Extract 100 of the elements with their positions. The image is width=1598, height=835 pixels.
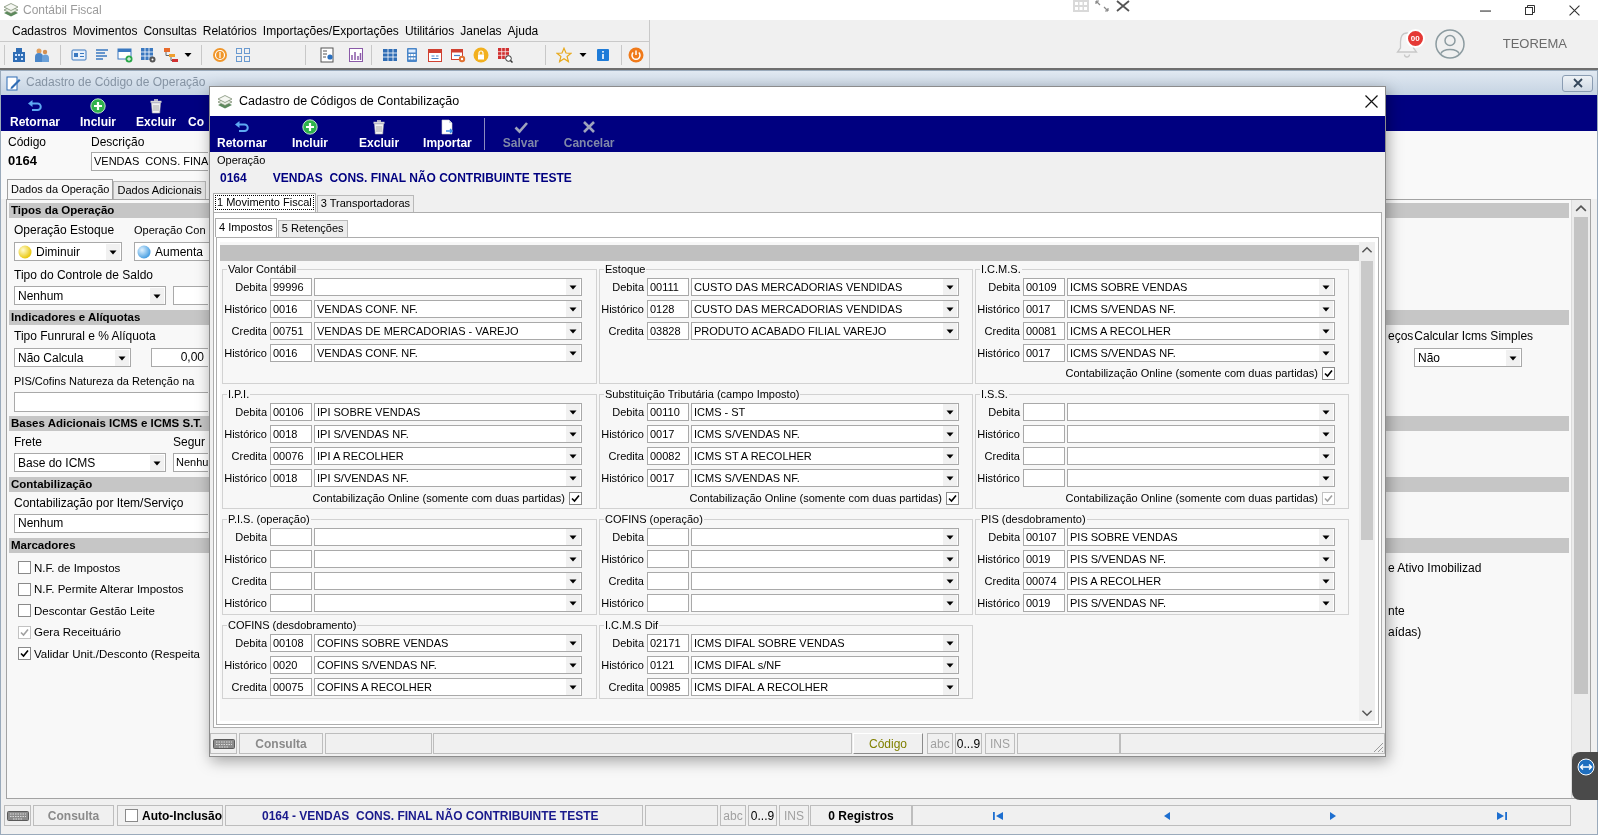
account-dropdown[interactable]: ICMS S/VENDAS NF. [691, 469, 959, 487]
account-dropdown[interactable]: CUSTO DAS MERCADORIAS VENDIDAS [691, 300, 959, 318]
dropdown[interactable]: Nenhu [173, 453, 208, 472]
menu-item[interactable]: Consultas [143, 22, 197, 39]
code-field[interactable] [270, 572, 312, 590]
account-dropdown[interactable]: ICMS ST A RECOLHER [691, 447, 959, 465]
caret-icon[interactable] [566, 551, 580, 567]
caret-icon[interactable] [943, 635, 957, 651]
account-dropdown[interactable]: PIS A RECOLHER [1067, 572, 1335, 590]
caret-icon[interactable] [943, 573, 957, 589]
code-field[interactable]: 00106 [270, 403, 312, 421]
code-field[interactable] [270, 594, 312, 612]
caret-icon[interactable] [943, 595, 957, 611]
checkbox[interactable] [125, 809, 138, 822]
checkbox[interactable] [946, 491, 959, 505]
code-field[interactable]: 00074 [1023, 572, 1065, 590]
resize-grip-icon[interactable] [1372, 741, 1384, 753]
menu-item[interactable]: Cadastros [12, 22, 67, 39]
caret-icon[interactable] [1319, 301, 1333, 317]
rate-field[interactable]: 0,00 [151, 348, 208, 367]
table-gear-icon[interactable] [140, 47, 156, 63]
caret-icon[interactable] [566, 657, 580, 673]
caret-icon[interactable] [566, 404, 580, 420]
menu-item[interactable]: Ajuda [507, 22, 539, 39]
scroll-thumb[interactable] [1574, 217, 1588, 694]
account-dropdown[interactable]: IPI SOBRE VENDAS [314, 403, 582, 421]
caret-icon[interactable] [1319, 551, 1333, 567]
code-field[interactable] [647, 550, 689, 568]
code-field[interactable]: 00111 [647, 278, 689, 296]
caret-icon[interactable] [1319, 470, 1333, 486]
code-field[interactable]: 0020 [270, 656, 312, 674]
caret-icon[interactable] [943, 448, 957, 464]
checkbox[interactable] [18, 604, 31, 618]
building-icon[interactable] [11, 47, 27, 63]
close-icon[interactable] [1569, 4, 1580, 16]
menu-item[interactable]: Relatórios [202, 22, 257, 39]
account-dropdown[interactable]: ICMS DIFAL s/NF [691, 656, 959, 674]
code-field[interactable] [1023, 403, 1065, 421]
code-field[interactable]: 99996 [270, 278, 312, 296]
caret-icon[interactable] [943, 301, 957, 317]
code-field[interactable]: 0018 [270, 425, 312, 443]
caret-icon[interactable] [566, 595, 580, 611]
account-dropdown[interactable]: ICMS S/VENDAS NF. [1067, 300, 1335, 318]
caret-icon[interactable] [566, 470, 580, 486]
description-field[interactable]: VENDAS CONS. FINA [91, 152, 208, 171]
tab[interactable]: 3 Transportadoras [316, 195, 415, 212]
dropdown[interactable]: Não [1414, 348, 1522, 367]
account-dropdown[interactable]: IPI A RECOLHER [314, 447, 582, 465]
account-dropdown[interactable]: ICMS A RECOLHER [1067, 322, 1335, 340]
caret-icon[interactable] [943, 551, 957, 567]
caret-icon[interactable] [1506, 349, 1520, 366]
menu-item[interactable]: Importações/Exportações [262, 22, 399, 39]
code-field[interactable]: 00075 [270, 678, 312, 696]
account-dropdown[interactable]: VENDAS CONF. NF. [314, 300, 582, 318]
caret-icon[interactable] [566, 426, 580, 442]
account-dropdown[interactable]: CUSTO DAS MERCADORIAS VENDIDAS [691, 278, 959, 296]
people-icon[interactable] [34, 47, 50, 63]
account-dropdown[interactable]: ICMS DIFAL A RECOLHER [691, 678, 959, 696]
code-field[interactable]: 0019 [1023, 594, 1065, 612]
restore-icon[interactable] [1525, 5, 1535, 15]
calendar-gear-icon[interactable] [450, 47, 466, 63]
code-field[interactable] [270, 528, 312, 546]
code-field[interactable]: 0018 [270, 469, 312, 487]
caret-icon[interactable] [943, 426, 957, 442]
card-icon[interactable] [71, 47, 87, 63]
input-field[interactable] [14, 392, 208, 412]
account-dropdown[interactable]: ICMS S/VENDAS NF. [691, 425, 959, 443]
tab[interactable]: 4 Impostos [215, 218, 277, 237]
menu-item[interactable]: Movimentos [72, 22, 138, 39]
dropdown[interactable]: Diminuir [14, 242, 122, 261]
account-dropdown[interactable]: PRODUTO ACABADO FILIAL VAREJO [691, 322, 959, 340]
power-icon[interactable] [628, 47, 644, 63]
caret-icon[interactable] [1319, 529, 1333, 545]
first-page-icon[interactable] [992, 809, 1004, 822]
checkbox[interactable] [18, 582, 31, 596]
list-icon[interactable] [94, 47, 110, 63]
caret-icon[interactable] [1319, 323, 1333, 339]
close-icon[interactable] [1365, 95, 1378, 108]
code-field[interactable]: 00985 [647, 678, 689, 696]
code-field[interactable]: 02171 [647, 634, 689, 652]
hierarchy-icon[interactable] [163, 47, 179, 63]
caret-icon[interactable] [566, 448, 580, 464]
caret-icon[interactable] [1319, 426, 1333, 442]
caret-icon[interactable] [943, 279, 957, 295]
code-field[interactable] [647, 528, 689, 546]
caret-icon[interactable] [115, 349, 129, 366]
add-button[interactable]: Incluir [80, 95, 117, 131]
caret-icon[interactable] [1319, 345, 1333, 361]
caret-icon[interactable] [150, 454, 164, 471]
tab[interactable]: 5 Retenções [277, 220, 348, 237]
delete-button[interactable]: Excluir [136, 95, 177, 131]
code-field[interactable] [1023, 447, 1065, 465]
code-field[interactable]: 00109 [1023, 278, 1065, 296]
account-dropdown[interactable]: COFINS A RECOLHER [314, 678, 582, 696]
caret-icon[interactable] [1319, 595, 1333, 611]
return-button[interactable]: Retornar [217, 116, 267, 152]
caret-icon[interactable] [943, 679, 957, 695]
checkbox[interactable] [18, 647, 31, 661]
account-dropdown[interactable]: ICMS S/VENDAS NF. [1067, 344, 1335, 362]
caret-icon[interactable] [566, 573, 580, 589]
